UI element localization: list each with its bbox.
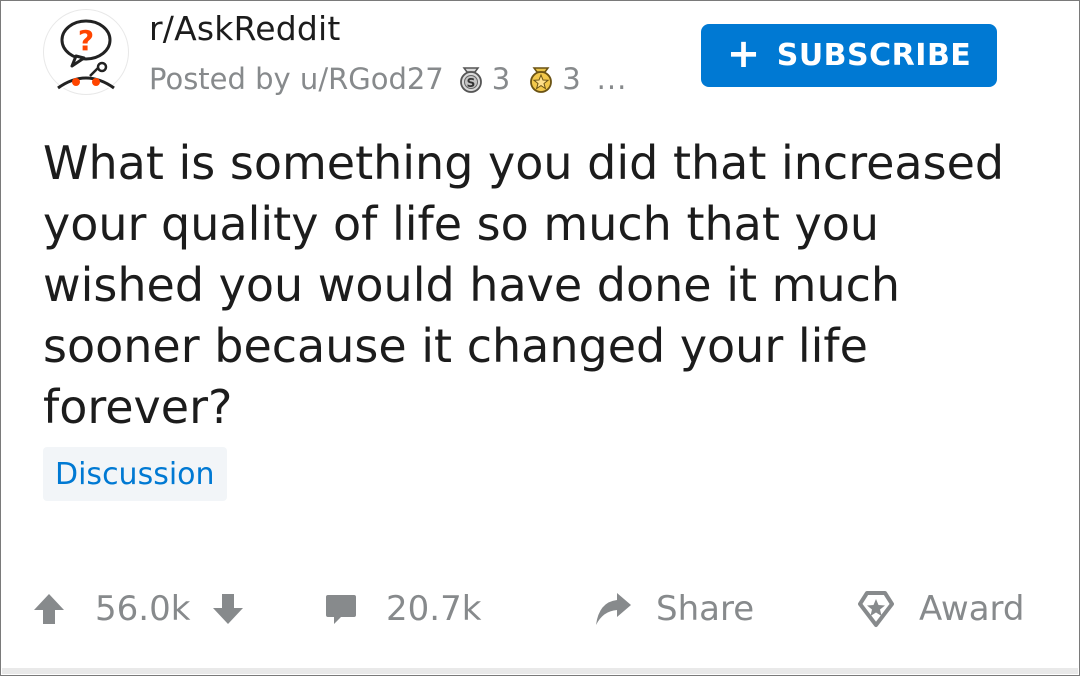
share-button[interactable]: Share	[593, 577, 754, 641]
post-title[interactable]: What is something you did that increased…	[43, 133, 1053, 438]
plus-icon: +	[726, 30, 761, 77]
askreddit-snoo-icon: ?	[57, 19, 115, 90]
comment-count: 20.7k	[386, 589, 482, 629]
comments-button[interactable]: 20.7k	[323, 577, 481, 641]
post-flair[interactable]: Discussion	[43, 447, 227, 501]
gold-award-icon[interactable]	[526, 64, 556, 94]
upvote-arrow-icon[interactable]	[31, 591, 67, 627]
subscribe-label: SUBSCRIBE	[776, 38, 972, 73]
award-button[interactable]: Award	[857, 577, 1025, 641]
post-meta: Posted by u/RGod27 S 3 3 ...	[149, 59, 627, 99]
award-icon	[858, 591, 894, 627]
vote-count: 56.0k	[95, 589, 191, 629]
svg-text:S: S	[466, 76, 475, 90]
share-label: Share	[656, 589, 755, 629]
subscribe-button[interactable]: + SUBSCRIBE	[701, 24, 997, 87]
comment-bubble-icon	[326, 595, 356, 624]
divider	[2, 668, 1078, 674]
vote-group: 56.0k	[31, 577, 246, 641]
gold-award-count: 3	[562, 62, 581, 96]
silver-award-icon[interactable]: S	[456, 64, 486, 94]
downvote-arrow-icon[interactable]	[210, 591, 246, 627]
subreddit-name[interactable]: r/AskReddit	[149, 9, 341, 48]
posted-by[interactable]: Posted by u/RGod27	[149, 62, 444, 96]
share-arrow-icon	[596, 593, 631, 625]
award-label: Award	[919, 589, 1025, 629]
action-bar: 56.0k 20.7k Share Award	[31, 577, 1061, 641]
more-awards[interactable]: ...	[597, 62, 628, 96]
svg-text:?: ?	[78, 24, 94, 57]
subreddit-avatar[interactable]: ?	[43, 9, 129, 95]
post-card: ? r/AskReddit Posted by u/RGod27 S 3 3 .…	[0, 0, 1080, 676]
silver-award-count: 3	[491, 62, 511, 96]
